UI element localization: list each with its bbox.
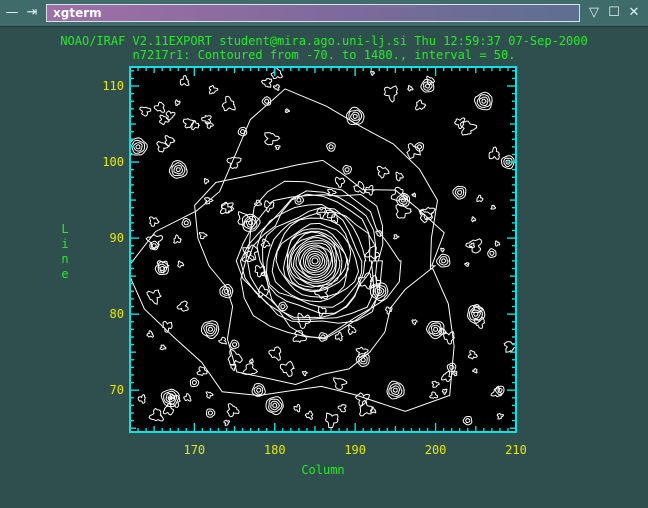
- x-tick-label: 170: [183, 443, 205, 457]
- xgterm-window: — ⇥ xgterm ▽ ☐ ✕ NOAO/IRAF V2.11EXPORT s…: [0, 0, 648, 508]
- y-tick-label: 90: [110, 231, 124, 245]
- x-axis-label: Column: [301, 463, 345, 477]
- x-tick-label: 190: [344, 443, 366, 457]
- bottom-mask: [125, 432, 521, 442]
- x-tick-label: 200: [425, 443, 447, 457]
- x-tick-label: 210: [505, 443, 527, 457]
- right-mask: [516, 62, 648, 442]
- x-tick-label: 180: [264, 443, 286, 457]
- y-tick-label: 70: [110, 383, 124, 397]
- y-axis-label-char: i: [61, 237, 69, 251]
- contour-plot: 170 180 190 200 210 70 80 90 100 110: [0, 62, 648, 457]
- plot-area: [130, 67, 516, 432]
- y-tick-label: 80: [110, 307, 124, 321]
- y-axis-label-char: e: [61, 267, 69, 281]
- y-axis-label-char: L: [61, 222, 69, 236]
- y-axis-label-char: n: [61, 252, 69, 266]
- y-axis-label: Line: [58, 222, 72, 282]
- y-tick-label: 110: [102, 79, 124, 93]
- y-tick-label: 100: [102, 155, 124, 169]
